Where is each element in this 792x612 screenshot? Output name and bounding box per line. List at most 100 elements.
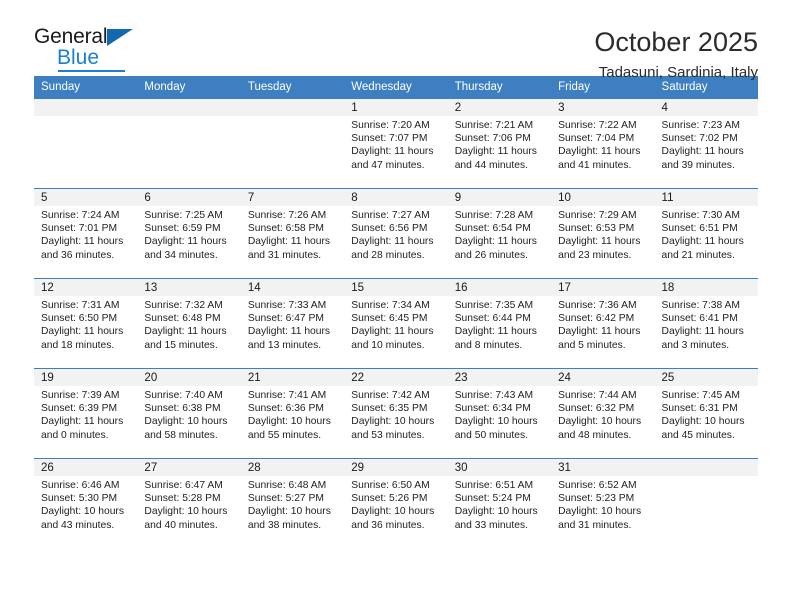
day-sun-info: Sunrise: 7:39 AM Sunset: 6:39 PM Daylight:… <box>34 386 137 442</box>
calendar-day-cell[interactable]: 28 Sunrise: 6:48 AM Sunset: 5:27 PM Dayligh… <box>240 458 345 548</box>
calendar-day-cell[interactable]: 17 Sunrise: 7:36 AM Sunset: 6:42 PM Dayligh… <box>551 278 655 369</box>
daylight-duration-line1: Daylight: 10 hours <box>351 506 435 518</box>
calendar-page: General Blue October 2025 Tadasuni, Sard… <box>0 0 792 612</box>
calendar-day-cell[interactable]: 11 Sunrise: 7:30 AM Sunset: 6:51 PM Dayligh… <box>654 188 758 279</box>
daylight-duration-line1: Daylight: 11 hours <box>247 326 331 338</box>
day-cell-content <box>240 99 345 188</box>
calendar-day-cell[interactable]: 7 Sunrise: 7:26 AM Sunset: 6:58 PM Daylight… <box>240 188 345 279</box>
calendar-day-cell[interactable]: 29 Sunrise: 6:50 AM Sunset: 5:26 PM Dayligh… <box>344 458 448 548</box>
day-number: 13 <box>137 279 241 296</box>
daylight-duration-line2: and 31 minutes. <box>558 519 632 531</box>
day-cell-content: 12 Sunrise: 7:31 AM Sunset: 6:50 PM Dayligh… <box>34 279 138 368</box>
day-cell-content: 23 Sunrise: 7:43 AM Sunset: 6:34 PM Dayligh… <box>447 369 552 458</box>
calendar-day-cell[interactable]: 4 Sunrise: 7:23 AM Sunset: 7:02 PM Daylight… <box>654 98 758 189</box>
calendar-day-cell[interactable] <box>34 98 138 189</box>
day-sun-info: Sunrise: 7:38 AM Sunset: 6:41 PM Daylight:… <box>655 296 758 352</box>
day-cell-content: 11 Sunrise: 7:30 AM Sunset: 6:51 PM Dayligh… <box>654 189 758 278</box>
calendar-day-cell[interactable]: 30 Sunrise: 6:51 AM Sunset: 5:24 PM Dayligh… <box>447 458 552 548</box>
day-sun-info: Sunrise: 7:26 AM Sunset: 6:58 PM Daylight:… <box>241 206 344 262</box>
day-number: 11 <box>654 189 758 206</box>
daylight-duration-line1: Daylight: 11 hours <box>351 146 434 158</box>
day-sun-info: Sunrise: 7:21 AM Sunset: 7:06 PM Daylight:… <box>448 116 551 172</box>
day-number: 25 <box>654 369 758 386</box>
calendar-day-cell[interactable]: 6 Sunrise: 7:25 AM Sunset: 6:59 PM Daylight… <box>137 188 241 279</box>
calendar-day-cell[interactable] <box>240 98 345 189</box>
calendar-day-cell[interactable]: 9 Sunrise: 7:28 AM Sunset: 6:54 PM Daylight… <box>447 188 552 279</box>
title-block: October 2025 Tadasuni, Sardinia, Italy <box>594 26 758 81</box>
daylight-duration-line1: Daylight: 11 hours <box>661 236 744 248</box>
sunset-time: Sunset: 5:23 PM <box>558 493 635 505</box>
sunset-time: Sunset: 6:34 PM <box>454 403 531 415</box>
day-sun-info: Sunrise: 6:47 AM Sunset: 5:28 PM Daylight:… <box>137 476 240 532</box>
sunset-time: Sunset: 6:48 PM <box>144 313 221 325</box>
daylight-duration-line1: Daylight: 10 hours <box>454 506 538 518</box>
calendar-day-cell[interactable]: 23 Sunrise: 7:43 AM Sunset: 6:34 PM Dayligh… <box>447 368 552 459</box>
calendar-day-cell[interactable]: 15 Sunrise: 7:34 AM Sunset: 6:45 PM Dayligh… <box>344 278 448 369</box>
sunset-time: Sunset: 6:47 PM <box>247 313 324 325</box>
sunset-time: Sunset: 6:35 PM <box>351 403 428 415</box>
day-cell-content: 26 Sunrise: 6:46 AM Sunset: 5:30 PM Dayligh… <box>34 459 138 548</box>
day-cell-content: 2 Sunrise: 7:21 AM Sunset: 7:06 PM Daylight… <box>447 99 552 188</box>
sunrise-time: Sunrise: 7:26 AM <box>247 210 327 221</box>
calendar-day-cell[interactable]: 25 Sunrise: 7:45 AM Sunset: 6:31 PM Dayligh… <box>654 368 758 459</box>
calendar-day-cell[interactable]: 19 Sunrise: 7:39 AM Sunset: 6:39 PM Dayligh… <box>34 368 138 459</box>
daylight-duration-line1: Daylight: 11 hours <box>661 146 744 158</box>
calendar-day-cell[interactable]: 18 Sunrise: 7:38 AM Sunset: 6:41 PM Dayligh… <box>654 278 758 369</box>
calendar-day-cell[interactable]: 26 Sunrise: 6:46 AM Sunset: 5:30 PM Dayligh… <box>34 458 138 548</box>
daylight-duration-line1: Daylight: 11 hours <box>454 326 537 338</box>
daylight-duration-line2: and 40 minutes. <box>144 519 218 531</box>
calendar-day-cell[interactable]: 13 Sunrise: 7:32 AM Sunset: 6:48 PM Dayligh… <box>137 278 241 369</box>
day-sun-info: Sunrise: 7:23 AM Sunset: 7:02 PM Daylight:… <box>655 116 758 172</box>
day-number: 17 <box>551 279 655 296</box>
daylight-duration-line2: and 44 minutes. <box>454 159 528 171</box>
day-sun-info: Sunrise: 6:46 AM Sunset: 5:30 PM Daylight:… <box>34 476 137 532</box>
calendar-day-cell[interactable]: 16 Sunrise: 7:35 AM Sunset: 6:44 PM Dayligh… <box>447 278 552 369</box>
calendar-day-cell[interactable]: 1 Sunrise: 7:20 AM Sunset: 7:07 PM Daylight… <box>344 98 448 189</box>
day-sun-info: Sunrise: 7:31 AM Sunset: 6:50 PM Daylight:… <box>34 296 137 352</box>
day-sun-info: Sunrise: 7:27 AM Sunset: 6:56 PM Daylight:… <box>344 206 447 262</box>
daylight-duration-line2: and 39 minutes. <box>661 159 735 171</box>
calendar-day-cell[interactable]: 12 Sunrise: 7:31 AM Sunset: 6:50 PM Dayligh… <box>34 278 138 369</box>
day-sun-info: Sunrise: 7:36 AM Sunset: 6:42 PM Daylight:… <box>551 296 654 352</box>
calendar-day-cell[interactable]: 14 Sunrise: 7:33 AM Sunset: 6:47 PM Dayligh… <box>240 278 345 369</box>
day-number: 5 <box>34 189 138 206</box>
calendar-day-cell[interactable] <box>137 98 241 189</box>
day-cell-content: 29 Sunrise: 6:50 AM Sunset: 5:26 PM Dayligh… <box>344 459 448 548</box>
calendar-day-cell[interactable]: 20 Sunrise: 7:40 AM Sunset: 6:38 PM Dayligh… <box>137 368 241 459</box>
calendar-day-cell[interactable]: 21 Sunrise: 7:41 AM Sunset: 6:36 PM Dayligh… <box>240 368 345 459</box>
day-number: 23 <box>447 369 552 386</box>
sunrise-time: Sunrise: 7:25 AM <box>144 210 223 221</box>
sunset-time: Sunset: 6:32 PM <box>558 403 635 415</box>
sunset-time: Sunset: 5:30 PM <box>41 493 118 505</box>
calendar-day-cell[interactable]: 8 Sunrise: 7:27 AM Sunset: 6:56 PM Daylight… <box>344 188 448 279</box>
calendar-day-cell[interactable]: 5 Sunrise: 7:24 AM Sunset: 7:01 PM Daylight… <box>34 188 138 279</box>
calendar-day-cell[interactable]: 22 Sunrise: 7:42 AM Sunset: 6:35 PM Dayligh… <box>344 368 448 459</box>
day-number: 30 <box>447 459 552 476</box>
daylight-duration-line2: and 41 minutes. <box>558 159 632 171</box>
calendar-day-cell[interactable]: 2 Sunrise: 7:21 AM Sunset: 7:06 PM Daylight… <box>447 98 552 189</box>
daylight-duration-line1: Daylight: 11 hours <box>247 236 331 248</box>
day-number: 19 <box>34 369 138 386</box>
sunset-time: Sunset: 6:53 PM <box>558 223 635 235</box>
daylight-duration-line1: Daylight: 11 hours <box>41 326 124 338</box>
day-sun-info: Sunrise: 7:42 AM Sunset: 6:35 PM Daylight:… <box>344 386 447 442</box>
daylight-duration-line1: Daylight: 10 hours <box>661 416 745 428</box>
day-number <box>34 99 138 116</box>
sunrise-time: Sunrise: 7:33 AM <box>247 300 327 311</box>
calendar-day-cell[interactable]: 24 Sunrise: 7:44 AM Sunset: 6:32 PM Dayligh… <box>551 368 655 459</box>
sunset-time: Sunset: 6:39 PM <box>41 403 118 415</box>
day-sun-info: Sunrise: 7:44 AM Sunset: 6:32 PM Daylight:… <box>551 386 654 442</box>
calendar-day-cell[interactable]: 31 Sunrise: 6:52 AM Sunset: 5:23 PM Dayligh… <box>551 458 655 548</box>
calendar-day-cell[interactable]: 27 Sunrise: 6:47 AM Sunset: 5:28 PM Dayligh… <box>137 458 241 548</box>
day-number <box>240 99 345 116</box>
daylight-duration-line1: Daylight: 11 hours <box>351 326 434 338</box>
calendar-day-cell[interactable]: 3 Sunrise: 7:22 AM Sunset: 7:04 PM Daylight… <box>551 98 655 189</box>
daylight-duration-line1: Daylight: 11 hours <box>558 236 641 248</box>
day-cell-content: 20 Sunrise: 7:40 AM Sunset: 6:38 PM Dayligh… <box>137 369 241 458</box>
calendar-day-cell[interactable]: 10 Sunrise: 7:29 AM Sunset: 6:53 PM Dayligh… <box>551 188 655 279</box>
weekday-header-sunday: Sunday <box>34 76 138 99</box>
day-cell-content: 8 Sunrise: 7:27 AM Sunset: 6:56 PM Daylight… <box>344 189 448 278</box>
daylight-duration-line1: Daylight: 10 hours <box>351 416 435 428</box>
calendar-day-cell[interactable] <box>654 458 758 548</box>
generalblue-logo[interactable]: General Blue <box>34 26 144 76</box>
